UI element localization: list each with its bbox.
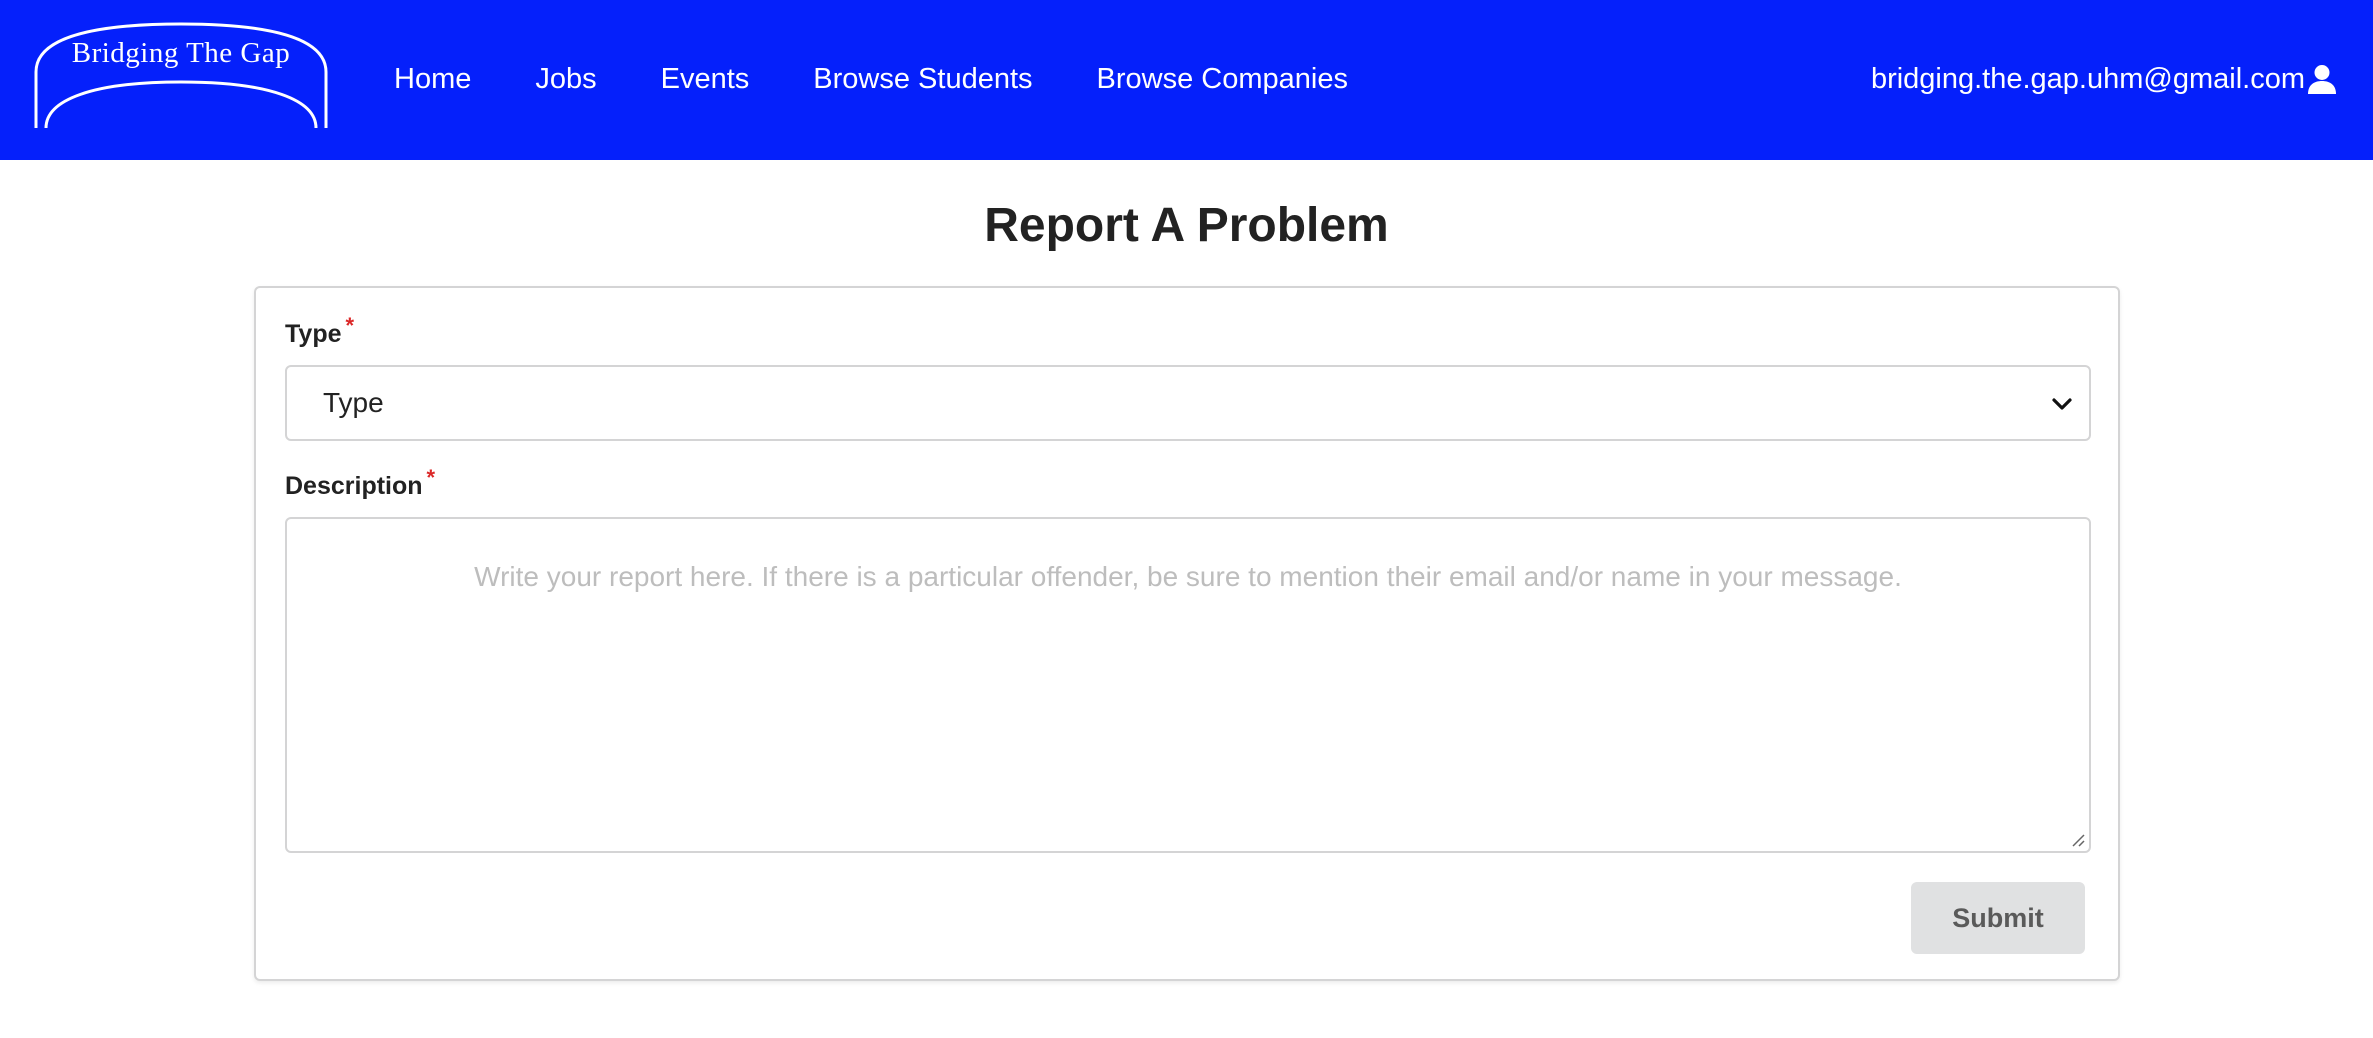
nav-item-browse-students[interactable]: Browse Students <box>813 58 1032 100</box>
logo-text: Bridging The Gap <box>71 37 291 69</box>
nav-item-events[interactable]: Events <box>661 58 750 100</box>
resize-handle-icon[interactable] <box>2069 831 2085 847</box>
required-mark: * <box>426 464 436 490</box>
type-select[interactable]: Type <box>285 365 2091 441</box>
user-menu[interactable]: bridging.the.gap.uhm@gmail.com <box>1871 58 2337 100</box>
navbar: Bridging The Gap Home Jobs Events Browse… <box>0 0 2373 160</box>
type-label: Type * <box>285 314 354 350</box>
description-textarea[interactable]: Write your report here. If there is a pa… <box>285 517 2091 853</box>
chevron-down-icon <box>2051 393 2073 415</box>
page-title: Report A Problem <box>984 199 1389 252</box>
nav-item-jobs[interactable]: Jobs <box>535 58 596 100</box>
nav-item-browse-companies[interactable]: Browse Companies <box>1097 58 1348 100</box>
user-icon[interactable] <box>2307 64 2337 94</box>
required-mark: * <box>345 312 355 338</box>
description-label-text: Description <box>285 472 423 500</box>
nav-links: Home Jobs Events Browse Students Browse … <box>394 58 1412 100</box>
user-email[interactable]: bridging.the.gap.uhm@gmail.com <box>1871 58 2305 100</box>
description-placeholder: Write your report here. If there is a pa… <box>474 561 1902 592</box>
logo[interactable]: Bridging The Gap <box>32 20 330 130</box>
type-label-text: Type <box>285 320 342 348</box>
report-form: Type * Type Description * Write your repor… <box>254 286 2120 981</box>
nav-item-home[interactable]: Home <box>394 58 471 100</box>
submit-button[interactable]: Submit <box>1911 882 2085 954</box>
description-label: Description * <box>285 466 435 502</box>
type-select-value: Type <box>323 387 384 418</box>
